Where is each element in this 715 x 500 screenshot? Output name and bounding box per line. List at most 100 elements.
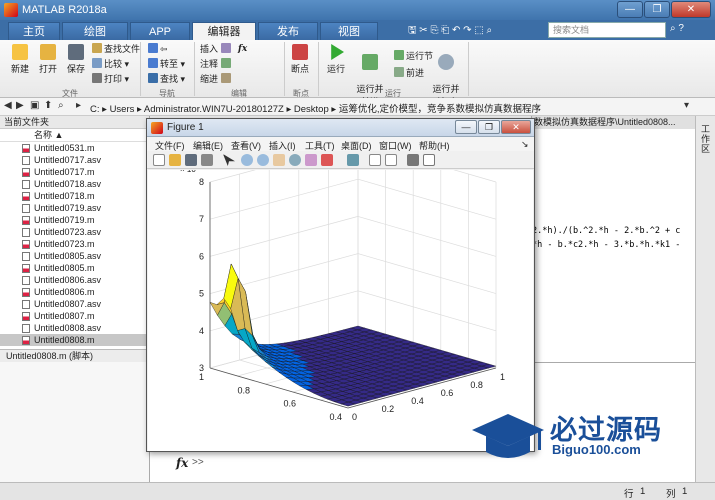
file-row[interactable]: Untitled0806.asv: [0, 274, 149, 286]
file-row[interactable]: Untitled0807.asv: [0, 298, 149, 310]
code-line[interactable]: *h - b.*c2.*h - 3.*b.*h.*k1 -: [532, 240, 680, 250]
maximize-button[interactable]: ❐: [644, 1, 670, 18]
file-row[interactable]: Untitled0807.m: [0, 310, 149, 322]
file-row[interactable]: Untitled0719.asv: [0, 202, 149, 214]
new-folder-icon[interactable]: ▣: [30, 100, 39, 111]
tab-editor[interactable]: 编辑器: [192, 22, 256, 40]
colorbar-icon[interactable]: [369, 154, 381, 166]
tab-apps[interactable]: APP: [130, 22, 190, 40]
asv-file-icon: [22, 228, 30, 237]
tab-publish[interactable]: 发布: [258, 22, 318, 40]
pointer-icon[interactable]: [223, 154, 235, 166]
x-tick-label: 0.6: [283, 399, 296, 409]
file-row[interactable]: Untitled0531.m: [0, 142, 149, 154]
path-segment[interactable]: Desktop: [294, 104, 329, 115]
close-button[interactable]: ✕: [671, 1, 711, 18]
tab-view[interactable]: 视图: [320, 22, 378, 40]
name-column-header[interactable]: 名称 ▲: [0, 129, 149, 142]
zoom-in-icon[interactable]: [241, 154, 253, 166]
save-button[interactable]: 保存: [62, 44, 90, 75]
hide-plot-tools-icon[interactable]: [407, 154, 419, 166]
path-segment[interactable]: 运筹优化,定价模型，竞争系数模拟仿真数据程序: [339, 104, 541, 115]
m-file-icon: [22, 336, 30, 345]
file-row[interactable]: Untitled0717.asv: [0, 154, 149, 166]
address-dropdown-icon[interactable]: ▾: [684, 100, 689, 111]
search-icon: [148, 73, 158, 83]
insert-button[interactable]: 插入: [200, 43, 233, 56]
path-segment[interactable]: C:: [90, 104, 100, 115]
command-prompt[interactable]: >>: [192, 457, 204, 468]
print-button[interactable]: 打印 ▾: [92, 73, 129, 86]
data-cursor-icon[interactable]: [305, 154, 317, 166]
file-row[interactable]: Untitled0806.m: [0, 286, 149, 298]
file-row[interactable]: Untitled0805.m: [0, 262, 149, 274]
pan-icon[interactable]: [273, 154, 285, 166]
comment-button[interactable]: 注释: [200, 58, 233, 71]
insert-function-button[interactable]: fx: [238, 43, 247, 56]
help-icons[interactable]: ⌕ ?: [670, 23, 684, 34]
file-row[interactable]: Untitled0718.asv: [0, 178, 149, 190]
back-forward-button[interactable]: ⇦: [148, 43, 168, 56]
up-folder-icon[interactable]: ⬆: [44, 100, 52, 111]
new-button[interactable]: 新建: [6, 44, 34, 75]
path-segment[interactable]: Administrator.WIN7U-20180127Z: [144, 104, 284, 115]
file-row[interactable]: Untitled0808.m: [0, 334, 149, 346]
file-name: Untitled0805.m: [34, 263, 95, 273]
tab-plots[interactable]: 绘图: [62, 22, 128, 40]
file-row[interactable]: Untitled0717.m: [0, 166, 149, 178]
code-line[interactable]: 2.*h)./(b.^2.*h - 2.*b.^2 + c: [532, 226, 680, 236]
back-arrow-icon[interactable]: ◀: [4, 100, 12, 111]
open-button[interactable]: 打开: [34, 44, 62, 75]
function-browser-icon[interactable]: fx: [176, 456, 188, 470]
advance-button[interactable]: 前进: [394, 67, 424, 80]
figure-close-button[interactable]: ✕: [501, 120, 531, 134]
search-documentation-input[interactable]: 搜索文档: [548, 22, 666, 38]
print-icon: [92, 73, 102, 83]
goto-icon: [148, 58, 158, 68]
file-row[interactable]: Untitled0805.asv: [0, 250, 149, 262]
menu-dock-icon[interactable]: ↘: [521, 139, 529, 150]
file-row[interactable]: Untitled0723.asv: [0, 226, 149, 238]
tab-home[interactable]: 主页: [8, 22, 60, 40]
open-file-icon[interactable]: [169, 154, 181, 166]
minimize-button[interactable]: —: [617, 1, 643, 18]
file-row[interactable]: Untitled0723.m: [0, 238, 149, 250]
file-row[interactable]: Untitled0808.asv: [0, 322, 149, 334]
address-path[interactable]: C: ▸ Users ▸ Administrator.WIN7U-2018012…: [90, 101, 541, 115]
show-plot-tools-icon[interactable]: [423, 154, 435, 166]
editor-panel[interactable]: 数模拟仿真数据程序\Untitled0808... 2.*h)./(b.^2.*…: [531, 116, 695, 362]
find-button[interactable]: 查找 ▾: [148, 73, 185, 86]
rotate-icon[interactable]: [289, 154, 301, 166]
breakpoints-button[interactable]: 断点: [286, 44, 314, 75]
zoom-out-icon[interactable]: [257, 154, 269, 166]
figure-maximize-button[interactable]: ❐: [478, 120, 500, 134]
file-row[interactable]: Untitled0719.m: [0, 214, 149, 226]
file-row[interactable]: Untitled0718.m: [0, 190, 149, 202]
figure-title-bar[interactable]: Figure 1 — ❐ ✕: [147, 119, 534, 137]
z-tick-label: 7: [199, 214, 204, 224]
figure-window[interactable]: Figure 1 — ❐ ✕ 文件(F) 编辑(E) 查看(V) 插入(I) 工…: [146, 118, 535, 452]
browse-folder-icon[interactable]: ⌕: [58, 100, 64, 111]
workspace-side-panel[interactable]: 工作区: [695, 116, 715, 482]
run-button[interactable]: 运行: [322, 44, 350, 75]
goto-button[interactable]: 转至 ▾: [148, 58, 185, 71]
workspace-label[interactable]: 工作区: [701, 124, 711, 154]
compare-button[interactable]: 比较 ▾: [92, 58, 129, 71]
z-tick-label: 5: [199, 289, 204, 299]
new-figure-icon[interactable]: [153, 154, 165, 166]
forward-arrow-icon[interactable]: ▶: [16, 100, 24, 111]
quick-access-toolbar[interactable]: 🖫 ✂ ⎘ ⎗ ↶ ↷ ⬚ ⌕: [408, 23, 492, 40]
y-tick-label: 0: [352, 412, 357, 422]
figure-minimize-button[interactable]: —: [455, 120, 477, 134]
save-icon[interactable]: [185, 154, 197, 166]
editor-title: 数模拟仿真数据程序\Untitled0808...: [532, 116, 695, 129]
indent-button[interactable]: 缩进: [200, 73, 233, 86]
find-files-icon: [92, 43, 102, 53]
link-plot-icon[interactable]: [347, 154, 359, 166]
legend-icon[interactable]: [385, 154, 397, 166]
path-segment[interactable]: Users: [110, 104, 135, 115]
brush-icon[interactable]: [321, 154, 333, 166]
print-icon[interactable]: [201, 154, 213, 166]
find-files-button[interactable]: 查找文件: [92, 43, 140, 56]
m-file-icon: [22, 144, 30, 153]
